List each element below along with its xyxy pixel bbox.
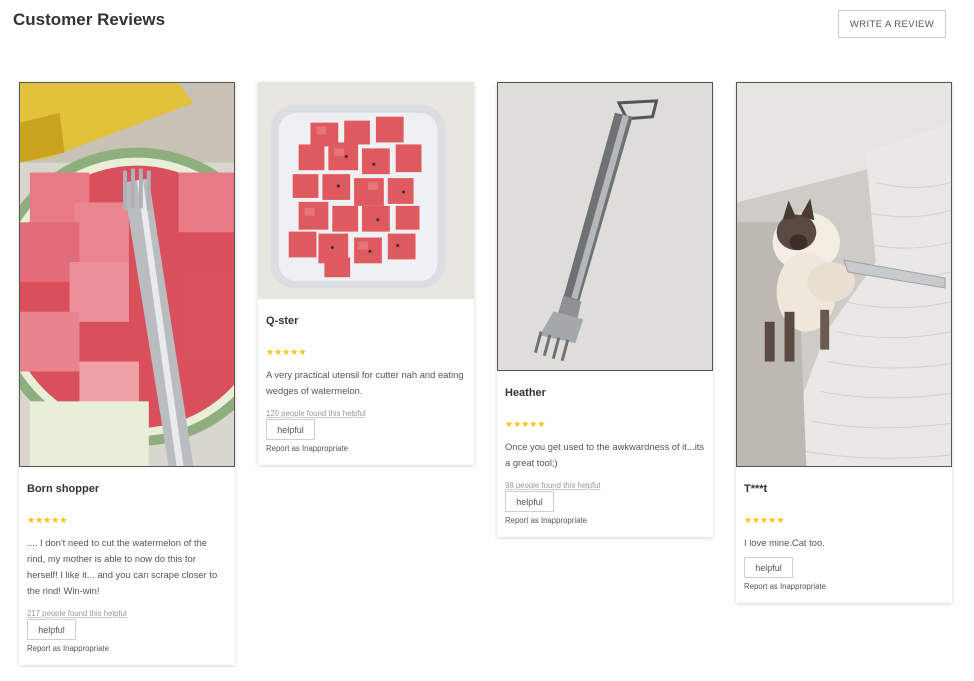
review-text: .... I don't need to cut the watermelon … [27, 537, 218, 596]
page-title: Customer Reviews [13, 10, 166, 29]
cat-photo-icon [737, 83, 951, 466]
star-rating: ★ ★ ★ ★ ★ [505, 419, 705, 431]
star-icon: ★ [752, 515, 761, 525]
star-icon: ★ [290, 347, 299, 357]
review-card: Born shopper ★ ★ ★ ★ ★ .... I don't need… [19, 82, 235, 665]
star-rating: ★ ★ ★ ★ ★ [744, 515, 944, 527]
star-icon: ★ [760, 515, 769, 525]
helpful-count: 120 people found this helpful [266, 409, 366, 418]
reviewer-name: Born shopper [27, 483, 100, 495]
helpful-count: 217 people found this helpful [27, 609, 127, 618]
star-icon: ★ [51, 515, 60, 525]
star-icon: ★ [43, 515, 52, 525]
star-icon: ★ [298, 347, 307, 357]
review-card: Q-ster ★ ★ ★ ★ ★ A very practical utensi… [258, 82, 474, 465]
report-link[interactable]: Report as Inappropriate [505, 516, 705, 537]
star-icon: ★ [521, 419, 530, 429]
star-icon: ★ [744, 515, 753, 525]
report-link[interactable]: Report as Inappropriate [744, 582, 944, 603]
review-card: T***t ★ ★ ★ ★ ★ I love mine.Cat too. hel… [736, 82, 952, 603]
helpful-button[interactable]: helpful [266, 419, 315, 440]
star-icon: ★ [505, 419, 514, 429]
star-icon: ★ [537, 419, 546, 429]
review-photo[interactable] [258, 82, 474, 299]
star-icon: ★ [266, 347, 275, 357]
watermelon-photo-icon [20, 83, 234, 466]
write-review-button[interactable]: WRITE A REVIEW [838, 10, 946, 38]
star-icon: ★ [274, 347, 283, 357]
star-icon: ★ [529, 419, 538, 429]
reviewer-name: Q-ster [266, 315, 299, 327]
reviewer-name: T***t [744, 483, 768, 495]
report-link[interactable]: Report as Inappropriate [27, 644, 227, 665]
review-photo[interactable] [736, 82, 952, 467]
review-text: A very practical utensil for cutter nah … [266, 369, 464, 396]
helpful-button[interactable]: helpful [505, 491, 554, 512]
review-photo[interactable] [19, 82, 235, 467]
helpful-count: 98 people found this helpful [505, 481, 601, 490]
helpful-button[interactable]: helpful [27, 619, 76, 640]
star-icon: ★ [513, 419, 522, 429]
fork-photo-icon [498, 83, 712, 370]
star-icon: ★ [27, 515, 36, 525]
star-icon: ★ [59, 515, 68, 525]
report-link[interactable]: Report as Inappropriate [266, 444, 466, 465]
star-icon: ★ [282, 347, 291, 357]
reviewer-name: Heather [505, 387, 546, 399]
star-icon: ★ [35, 515, 44, 525]
helpful-button[interactable]: helpful [744, 557, 793, 578]
review-card: Heather ★ ★ ★ ★ ★ Once you get used to t… [497, 82, 713, 537]
star-rating: ★ ★ ★ ★ ★ [27, 515, 227, 527]
star-rating: ★ ★ ★ ★ ★ [266, 347, 466, 359]
star-icon: ★ [776, 515, 785, 525]
review-text: I love mine.Cat too. [744, 537, 825, 548]
review-text: Once you get used to the awkwardness of … [505, 441, 705, 468]
watermelon-cubes-photo-icon [259, 83, 473, 298]
reviews-page: Customer Reviews WRITE A REVIEW Born sho… [0, 0, 974, 681]
star-icon: ★ [768, 515, 777, 525]
review-photo[interactable] [497, 82, 713, 371]
